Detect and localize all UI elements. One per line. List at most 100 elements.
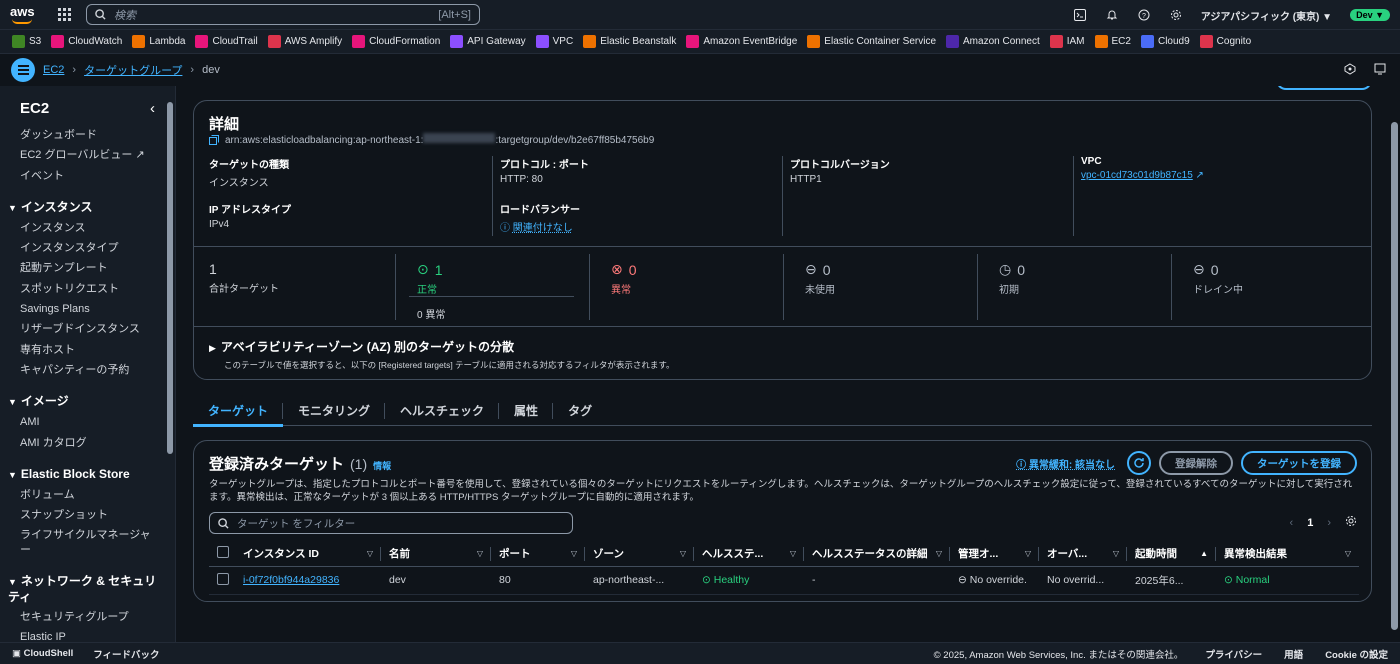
refresh-button[interactable] bbox=[1127, 451, 1151, 475]
account-menu[interactable]: Dev ▼ bbox=[1350, 9, 1390, 21]
tab-2[interactable]: ヘルスチェック bbox=[385, 396, 500, 426]
column-header[interactable]: ゾーン ▽ bbox=[585, 542, 694, 567]
favorite-label: Amazon Connect bbox=[963, 36, 1040, 47]
cookie-settings-link[interactable]: Cookie の設定 bbox=[1325, 647, 1388, 661]
bell-icon[interactable] bbox=[1105, 8, 1119, 22]
sidebar-item[interactable]: ダッシュボード bbox=[0, 125, 175, 145]
stat-draining[interactable]: ⊖ 0 ドレイン中 bbox=[1193, 261, 1243, 296]
favorite-cloudformation[interactable]: CloudFormation bbox=[352, 35, 440, 48]
sidebar-item[interactable]: ライフサイクルマネージャー bbox=[0, 525, 175, 560]
favorite-vpc[interactable]: VPC bbox=[535, 35, 573, 48]
notifications-icon[interactable] bbox=[1344, 63, 1356, 78]
next-page-icon[interactable]: › bbox=[1327, 517, 1331, 529]
column-header[interactable]: 名前 ▽ bbox=[381, 542, 491, 567]
favorite-iam[interactable]: IAM bbox=[1049, 35, 1085, 48]
select-all-checkbox[interactable] bbox=[209, 542, 235, 567]
feedback-button[interactable]: フィードバック bbox=[93, 647, 159, 661]
column-header[interactable]: インスタンス ID ▽ bbox=[235, 542, 381, 567]
favorite-cloud9[interactable]: Cloud9 bbox=[1140, 35, 1190, 48]
favorite-s3[interactable]: S3 bbox=[12, 35, 41, 48]
column-header[interactable]: 異常検出結果 ▽ bbox=[1216, 542, 1359, 567]
column-header[interactable]: 管理オ... ▽ bbox=[950, 542, 1039, 567]
menu-toggle-button[interactable] bbox=[11, 58, 35, 82]
breadcrumb-ec2[interactable]: EC2 bbox=[43, 64, 64, 76]
terms-link[interactable]: 用語 bbox=[1284, 647, 1303, 661]
privacy-link[interactable]: プライバシー bbox=[1205, 647, 1262, 661]
sidebar-item[interactable]: Elastic IP bbox=[0, 627, 175, 642]
column-header[interactable]: ヘルスステ... ▽ bbox=[694, 542, 804, 567]
region-selector[interactable]: アジアパシフィック (東京) ▼ bbox=[1201, 8, 1332, 23]
instance-id-link[interactable]: i-0f72f0bf944a29836 bbox=[243, 574, 339, 586]
sidebar-item[interactable]: AMI カタログ bbox=[0, 433, 175, 453]
sidebar-section[interactable]: ▼ ネットワーク & セキュリティ bbox=[0, 568, 175, 607]
prev-page-icon[interactable]: ‹ bbox=[1290, 517, 1294, 529]
column-header[interactable]: ポート ▽ bbox=[491, 542, 585, 567]
sidebar-section[interactable]: ▼ Elastic Block Store bbox=[0, 461, 175, 485]
main-scrollbar[interactable] bbox=[1389, 86, 1400, 642]
column-header[interactable]: オーバ... ▽ bbox=[1039, 542, 1127, 567]
info-link[interactable]: 情報 bbox=[373, 459, 391, 472]
favorite-amazon-eventbridge[interactable]: Amazon EventBridge bbox=[686, 35, 797, 48]
favorite-ec2[interactable]: EC2 bbox=[1094, 35, 1131, 48]
sidebar-item[interactable]: ボリューム bbox=[0, 485, 175, 505]
gear-icon[interactable] bbox=[1169, 8, 1183, 22]
tab-1[interactable]: モニタリング bbox=[283, 396, 386, 426]
display-settings-icon[interactable] bbox=[1374, 63, 1386, 78]
sidebar-item[interactable]: セキュリティグループ bbox=[0, 607, 175, 627]
register-targets-button[interactable]: ターゲットを登録 bbox=[1241, 451, 1357, 475]
az-distribution-expander[interactable]: ▶ アベイラビリティーゾーン (AZ) 別のターゲットの分散 このテーブルで値を選… bbox=[209, 338, 675, 371]
favorite-cloudwatch[interactable]: CloudWatch bbox=[51, 35, 122, 48]
sidebar-item[interactable]: AMI bbox=[0, 412, 175, 432]
sidebar-item[interactable]: 起動テンプレート bbox=[0, 258, 175, 278]
stat-unhealthy[interactable]: ⊗ 0 異常 bbox=[611, 261, 637, 296]
search-input[interactable]: 検索 [Alt+S] bbox=[86, 4, 480, 25]
sidebar-item[interactable]: Savings Plans bbox=[0, 299, 175, 319]
breadcrumb-target-groups[interactable]: ターゲットグループ bbox=[84, 62, 182, 78]
column-header[interactable]: 起動時間 ▲ bbox=[1127, 542, 1216, 567]
sidebar-item[interactable]: インスタンスタイプ bbox=[0, 238, 175, 258]
favorite-cloudtrail[interactable]: CloudTrail bbox=[195, 35, 258, 48]
sidebar-section[interactable]: ▼ イメージ bbox=[0, 388, 175, 412]
column-header[interactable]: ヘルスステータスの詳細 ▽ bbox=[804, 542, 950, 567]
favorite-amazon-connect[interactable]: Amazon Connect bbox=[946, 35, 1040, 48]
sidebar-item[interactable]: イベント bbox=[0, 166, 175, 186]
cloudshell-button[interactable]: ▣ CloudShell bbox=[12, 648, 73, 659]
action-button-partial[interactable] bbox=[1276, 86, 1372, 90]
table-row[interactable]: i-0f72f0bf944a29836 dev 80 ap-northeast-… bbox=[209, 566, 1359, 595]
copy-icon[interactable] bbox=[209, 134, 219, 145]
row-checkbox[interactable] bbox=[217, 572, 229, 585]
table-settings-icon[interactable] bbox=[1345, 515, 1357, 530]
sidebar-scrollbar[interactable] bbox=[166, 98, 174, 638]
sidebar-item[interactable]: キャパシティーの予約 bbox=[0, 360, 175, 380]
favorite-api-gateway[interactable]: API Gateway bbox=[450, 35, 526, 48]
stat-initial[interactable]: ◷ 0 初期 bbox=[999, 261, 1025, 296]
anomaly-mitigation-link[interactable]: ⓘ 異常緩和: 該当なし bbox=[1016, 456, 1115, 471]
help-icon[interactable]: ? bbox=[1137, 8, 1151, 22]
tab-0[interactable]: ターゲット bbox=[193, 396, 284, 427]
sidebar-section[interactable]: ▼ インスタンス bbox=[0, 194, 175, 218]
aws-logo[interactable]: aws bbox=[10, 4, 40, 26]
collapse-sidebar-icon[interactable]: ‹ bbox=[150, 100, 155, 117]
services-grid-icon[interactable] bbox=[58, 7, 72, 22]
tab-4[interactable]: タグ bbox=[553, 396, 607, 426]
favorite-aws-amplify[interactable]: AWS Amplify bbox=[267, 35, 342, 48]
tab-3[interactable]: 属性 bbox=[499, 396, 554, 426]
sidebar-item[interactable]: スナップショット bbox=[0, 505, 175, 525]
favorite-lambda[interactable]: Lambda bbox=[132, 35, 185, 48]
load-balancer-link[interactable]: 関連付けなし bbox=[513, 223, 573, 234]
page-number[interactable]: 1 bbox=[1307, 517, 1313, 529]
sidebar-item[interactable]: インスタンス bbox=[0, 218, 175, 238]
sidebar-item[interactable]: リザーブドインスタンス bbox=[0, 319, 175, 339]
sidebar-item[interactable]: EC2 グローバルビュー ↗ bbox=[0, 145, 175, 165]
favorite-cognito[interactable]: Cognito bbox=[1199, 35, 1251, 48]
vpc-link[interactable]: vpc-01cd73c01d9b87c15 bbox=[1081, 170, 1193, 181]
sidebar-item[interactable]: スポットリクエスト bbox=[0, 279, 175, 299]
filter-input[interactable]: ターゲット をフィルター bbox=[209, 512, 573, 534]
favorite-elastic-beanstalk[interactable]: Elastic Beanstalk bbox=[583, 35, 676, 48]
stat-healthy[interactable]: ⊙ 1 正常 bbox=[417, 261, 443, 296]
favorite-elastic-container-service[interactable]: Elastic Container Service bbox=[807, 35, 936, 48]
stat-unused[interactable]: ⊖ 0 未使用 bbox=[805, 261, 835, 296]
cloudshell-icon[interactable] bbox=[1073, 8, 1087, 22]
sidebar-item[interactable]: 専有ホスト bbox=[0, 340, 175, 360]
deregister-button[interactable]: 登録解除 bbox=[1159, 451, 1233, 475]
